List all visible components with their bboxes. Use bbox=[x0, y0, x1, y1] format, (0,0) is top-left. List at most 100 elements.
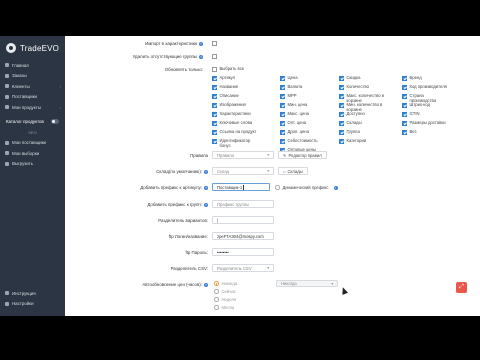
update-field-option[interactable]: Вес bbox=[402, 129, 417, 135]
update-field-checkbox[interactable] bbox=[280, 76, 285, 81]
update-field-checkbox[interactable] bbox=[280, 112, 285, 117]
radio[interactable] bbox=[214, 289, 219, 294]
sidebar-item-settings[interactable]: Настройки bbox=[0, 299, 65, 310]
update-field-checkbox[interactable] bbox=[402, 85, 407, 90]
update-field-option[interactable]: Ссылка на продукт bbox=[212, 129, 256, 135]
update-field-option[interactable]: Артикул bbox=[212, 75, 235, 81]
update-field-option[interactable]: Дроп. цена bbox=[280, 129, 309, 135]
update-field-checkbox[interactable] bbox=[402, 94, 407, 99]
update-field-option[interactable]: Цена bbox=[280, 75, 298, 81]
update-field-option[interactable]: Идентификатор бонус bbox=[212, 138, 260, 149]
quick-catalog[interactable]: Каталог продуктов bbox=[6, 118, 59, 124]
update-field-checkbox[interactable] bbox=[402, 76, 407, 81]
sidebar-item-suppliers[interactable]: Поставщики bbox=[0, 92, 65, 103]
close-float-button[interactable]: ⤢ bbox=[456, 282, 467, 293]
sidebar-item-my-suppliers[interactable]: Мои поставщики bbox=[0, 138, 65, 149]
help-icon[interactable]: ? bbox=[204, 185, 208, 190]
warehouses-button[interactable]: ⌂ Склады bbox=[278, 167, 308, 175]
update-field-checkbox[interactable] bbox=[280, 121, 285, 126]
update-field-option[interactable]: Валюта bbox=[280, 84, 302, 90]
update-field-checkbox[interactable] bbox=[212, 76, 217, 81]
autoupdate-option-never[interactable]: Никогда bbox=[214, 281, 237, 286]
delete-groups-checkbox[interactable] bbox=[212, 54, 217, 59]
update-field-option[interactable]: МРР bbox=[280, 93, 297, 99]
prefix-input[interactable]: Поставщик-1 bbox=[212, 183, 270, 191]
autoupdate-option-now[interactable]: Сейчас bbox=[214, 289, 236, 294]
autoupdate-option-week[interactable]: Неделя bbox=[214, 297, 236, 302]
radio[interactable] bbox=[214, 305, 219, 310]
group-prefix-input[interactable]: Префикс группы bbox=[212, 200, 274, 208]
ftp-password-input[interactable]: •••••••• bbox=[212, 248, 274, 256]
radio[interactable] bbox=[214, 297, 219, 302]
warehouse-select[interactable]: Склад ▼ bbox=[212, 167, 274, 175]
update-field-checkbox[interactable] bbox=[339, 139, 344, 144]
update-field-option[interactable]: Склады bbox=[339, 120, 362, 126]
update-field-checkbox[interactable] bbox=[402, 121, 407, 126]
update-field-checkbox[interactable] bbox=[212, 67, 217, 72]
update-field-checkbox[interactable] bbox=[212, 121, 217, 126]
update-field-checkbox[interactable] bbox=[280, 103, 285, 108]
update-field-checkbox[interactable] bbox=[212, 85, 217, 90]
sidebar-item-export[interactable]: Выгрузить bbox=[0, 159, 65, 170]
autoupdate-option-month[interactable]: Месяц bbox=[214, 305, 234, 310]
update-field-option[interactable]: Категории bbox=[339, 138, 366, 144]
help-icon[interactable]: ? bbox=[204, 202, 208, 207]
update-field-checkbox[interactable] bbox=[280, 85, 285, 90]
update-field-option[interactable]: Ключевые слова bbox=[212, 120, 252, 126]
ftp-login-input[interactable]: zpeFTA304@mospy.com bbox=[212, 232, 274, 240]
update-field-option[interactable]: Выбрать все bbox=[212, 66, 244, 72]
logo[interactable]: TradeEVO bbox=[0, 36, 65, 60]
help-icon[interactable]: ? bbox=[333, 185, 338, 190]
update-field-option[interactable]: Количество bbox=[339, 84, 369, 90]
update-field-checkbox[interactable] bbox=[212, 130, 217, 135]
update-field-checkbox[interactable] bbox=[212, 94, 217, 99]
csv-separator-input[interactable]: Разделитель CSV ▼ bbox=[212, 264, 274, 272]
update-field-option[interactable]: Код производителя bbox=[402, 84, 447, 90]
update-field-checkbox[interactable] bbox=[280, 94, 285, 99]
update-field-checkbox[interactable] bbox=[339, 121, 344, 126]
update-field-checkbox[interactable] bbox=[280, 139, 285, 144]
char-import-checkbox[interactable] bbox=[212, 41, 217, 46]
update-field-option[interactable]: Себестоимость bbox=[280, 138, 318, 144]
autoupdate-select[interactable]: Никогда ▼ bbox=[276, 280, 338, 287]
separator-input[interactable]: | bbox=[212, 216, 274, 224]
update-field-checkbox[interactable] bbox=[339, 94, 344, 99]
update-field-option[interactable]: Изображения bbox=[212, 102, 246, 108]
dynamic-prefix-checkbox[interactable] bbox=[275, 185, 280, 190]
update-field-checkbox[interactable] bbox=[339, 76, 344, 81]
help-icon[interactable]: ? bbox=[204, 282, 208, 287]
update-field-option[interactable]: Макс. цена bbox=[280, 111, 309, 117]
rule-editor-button[interactable]: ✎ Редактор правил bbox=[278, 151, 327, 159]
update-field-option[interactable]: Опт. цена bbox=[280, 120, 306, 126]
update-field-option[interactable]: Доступно bbox=[339, 111, 365, 117]
update-field-option[interactable]: Группа bbox=[339, 129, 360, 135]
sidebar-item-clients[interactable]: Клиенты › bbox=[0, 81, 65, 92]
update-field-option[interactable]: Бренд bbox=[402, 75, 422, 81]
sidebar-item-help[interactable]: Инструкция bbox=[0, 288, 65, 299]
update-field-option[interactable]: Описание bbox=[212, 93, 239, 99]
help-icon[interactable]: ? bbox=[199, 54, 203, 59]
sidebar-item-orders[interactable]: Заказы bbox=[0, 71, 65, 82]
update-field-checkbox[interactable] bbox=[339, 103, 344, 108]
update-field-option[interactable]: GTIN bbox=[402, 111, 420, 117]
update-field-checkbox[interactable] bbox=[212, 103, 217, 108]
update-field-checkbox[interactable] bbox=[402, 103, 407, 108]
sidebar-item-my-selections[interactable]: Мои выборки bbox=[0, 148, 65, 159]
update-field-checkbox[interactable] bbox=[339, 85, 344, 90]
update-field-option[interactable]: Скидка bbox=[339, 75, 360, 81]
dynamic-prefix-row[interactable]: Динамический префикс ? bbox=[275, 185, 338, 190]
update-field-option[interactable]: Название bbox=[212, 84, 238, 90]
update-field-checkbox[interactable] bbox=[280, 130, 285, 135]
update-field-checkbox[interactable] bbox=[212, 139, 217, 144]
update-field-checkbox[interactable] bbox=[402, 130, 407, 135]
update-field-checkbox[interactable] bbox=[402, 112, 407, 117]
update-field-option[interactable]: Размеры доставки bbox=[402, 120, 446, 126]
quick-catalog-toggle[interactable] bbox=[51, 118, 59, 124]
help-icon[interactable]: ? bbox=[204, 169, 208, 174]
update-field-option[interactable]: Характеристики bbox=[212, 111, 251, 117]
update-field-checkbox[interactable] bbox=[212, 112, 217, 117]
radio-selected[interactable] bbox=[214, 281, 219, 286]
rule-select[interactable]: Правило ▼ bbox=[212, 151, 274, 159]
sidebar-item-products[interactable]: Мои продукты › bbox=[0, 102, 65, 113]
update-field-option[interactable]: Мин. цена bbox=[280, 102, 307, 108]
